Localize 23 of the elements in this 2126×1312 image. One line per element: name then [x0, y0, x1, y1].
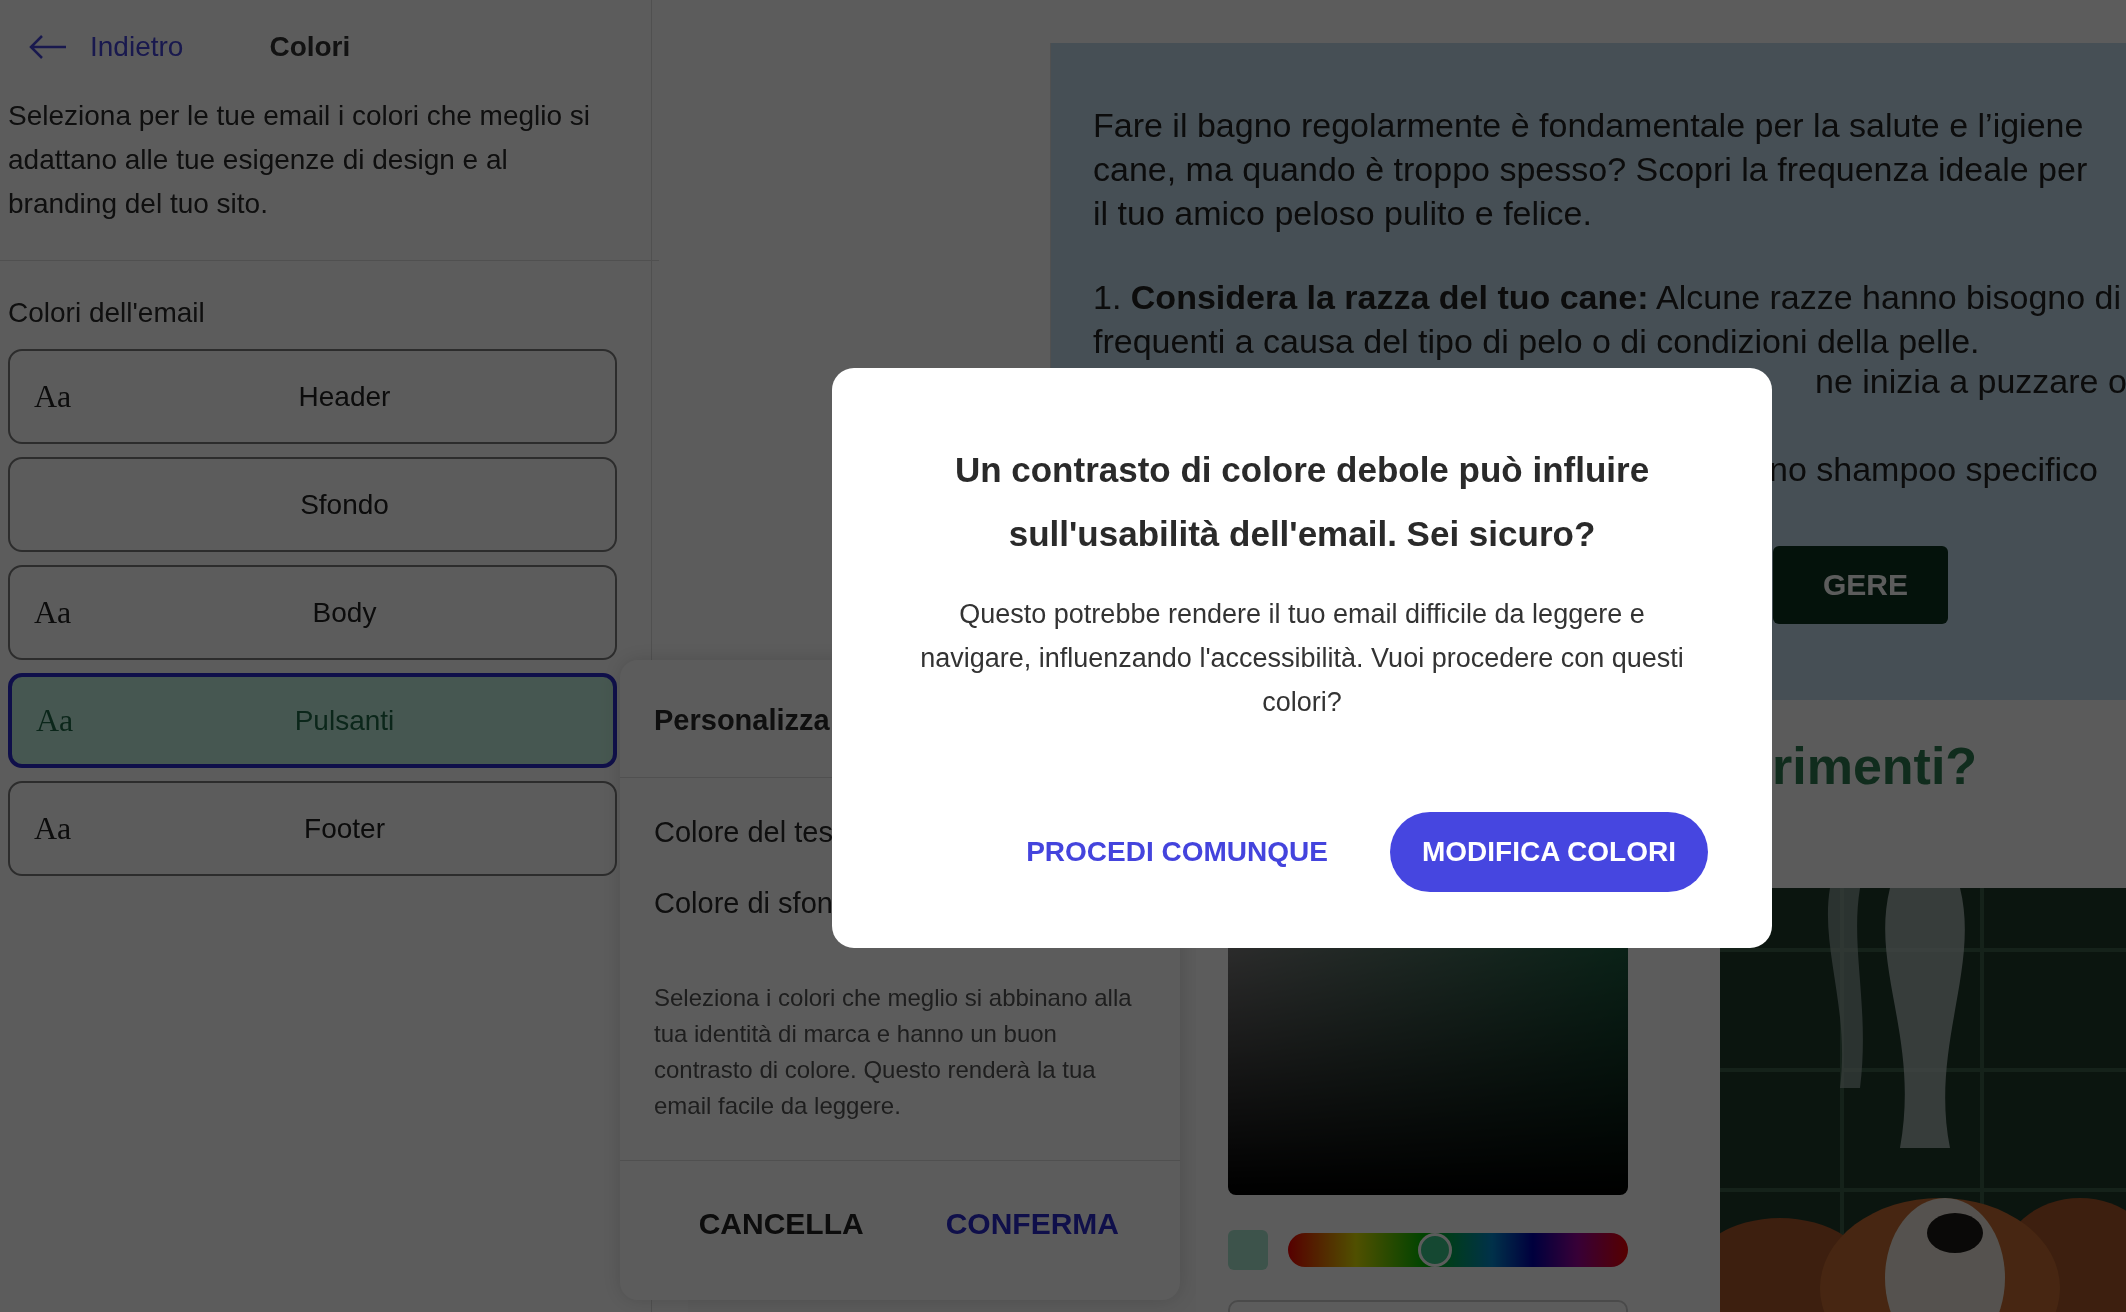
- preview-text: ne inizia a puzzare o: [1815, 362, 2126, 400]
- color-item[interactable]: Aa Footer: [8, 781, 617, 876]
- page-title: Colori: [269, 31, 351, 63]
- preview-text: Fare il bagno regolarmente è fondamentale per la salute e l’igiene: [1093, 105, 2085, 146]
- color-item[interactable]: Aa Header: [8, 349, 617, 444]
- back-link[interactable]: Indietro: [28, 31, 184, 63]
- cancel-button[interactable]: CANCELLA: [692, 1206, 870, 1242]
- dialog-message: Questo potrebbe rendere il tuo email difficile da leggere e navigare, influenzando l'accessibilità. Vuoi procedere con questi colori?: [919, 598, 1685, 719]
- preview-text: 1. Considera la razza del tuo cane: Alcune razze hanno bisogno di: [1093, 277, 2123, 318]
- color-item[interactable]: Aa Body: [8, 565, 617, 660]
- preview-text: il tuo amico peloso pulito e felice.: [1093, 193, 1593, 234]
- color-item[interactable]: Sfondo: [8, 457, 617, 552]
- preview-text: cane, ma quando è troppo spesso? Scopri la frequenza ideale per: [1093, 149, 2089, 190]
- edit-colors-button[interactable]: MODIFICA COLORI: [1389, 812, 1708, 892]
- preview-heading: rimenti?: [1772, 736, 1978, 796]
- preview-text: frequenti a causa del tipo di pelo o di condizioni della pelle.: [1093, 321, 1981, 362]
- color-item[interactable]: Aa Pulsanti: [8, 673, 617, 768]
- intro-text: Seleziona per le tue email i colori che meglio si adattano alle tue esigenze di design e al branding del tuo sito.: [8, 99, 592, 221]
- section-title: Colori dell'email: [8, 297, 206, 329]
- hint-text: Seleziona i colori che meglio si abbinano alla tua identità di marca e hanno un buon contrasto di colore. Questo renderà la tua email facile da leggere.: [654, 983, 1133, 1121]
- dialog-title: Un contrasto di colore debole può influire sull'usabilità dell'email. Sei sicuro?: [953, 449, 1651, 555]
- confirm-button[interactable]: CONFERMA: [939, 1206, 1125, 1242]
- proceed-button[interactable]: PROCEDI COMUNQUE: [1020, 835, 1334, 869]
